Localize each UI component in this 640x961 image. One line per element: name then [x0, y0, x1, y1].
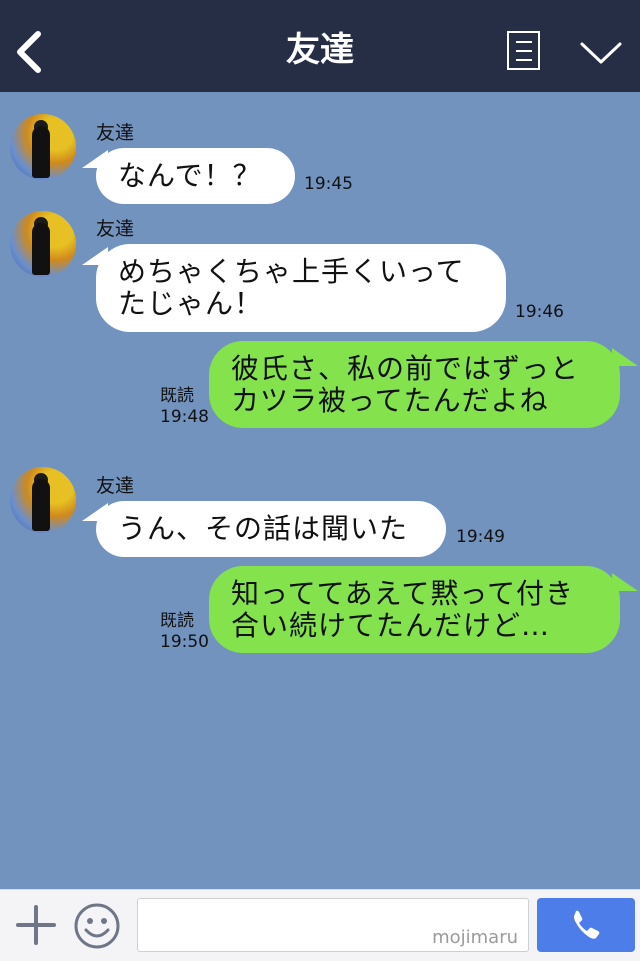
avatar-figure — [32, 479, 50, 531]
message-bubble[interactable]: 彼氏さ、私の前ではずっと カツラ被ってたんだよね — [209, 341, 620, 428]
menu-line — [516, 41, 532, 43]
smiley-icon — [74, 903, 120, 949]
avatar[interactable] — [10, 114, 76, 180]
call-button[interactable] — [537, 898, 635, 952]
avatar-figure — [32, 126, 50, 178]
message-bubble[interactable]: なんで！？ — [96, 148, 295, 204]
message-time: 19:50 — [160, 632, 209, 652]
menu-list-button[interactable] — [507, 31, 540, 70]
chat-title: 友達 — [286, 30, 354, 70]
avatar[interactable] — [10, 467, 76, 533]
sender-name: 友達 — [96, 475, 135, 497]
read-receipt: 既読 — [160, 386, 194, 406]
message-time: 19:45 — [304, 174, 353, 194]
read-receipt: 既読 — [160, 611, 194, 631]
message-time: 19:49 — [456, 527, 505, 547]
input-bar: mojimaru — [0, 889, 640, 961]
chevron-down-icon — [580, 42, 622, 64]
message-bubble[interactable]: めちゃくちゃ上手くいって たじゃん！ — [96, 244, 506, 332]
message-bubble[interactable]: 知っててあえて黙って付き 合い続けてたんだけど… — [209, 566, 620, 653]
sender-name: 友達 — [96, 122, 135, 144]
message-time: 19:48 — [160, 407, 209, 427]
menu-line — [516, 50, 532, 52]
plus-icon — [16, 905, 56, 945]
avatar-figure — [32, 223, 50, 275]
sender-name: 友達 — [96, 218, 135, 240]
watermark: mojimaru — [432, 927, 518, 948]
avatar[interactable] — [10, 211, 76, 277]
menu-line — [516, 59, 532, 61]
chat-header: 友達 — [0, 0, 640, 92]
phone-icon — [574, 910, 600, 939]
message-input[interactable]: mojimaru — [137, 898, 529, 952]
emoji-button[interactable] — [73, 902, 121, 950]
add-button[interactable] — [15, 904, 57, 946]
message-time: 19:46 — [515, 302, 564, 322]
chevron-down-button[interactable] — [578, 38, 624, 68]
message-bubble[interactable]: うん、その話は聞いた — [96, 501, 446, 557]
